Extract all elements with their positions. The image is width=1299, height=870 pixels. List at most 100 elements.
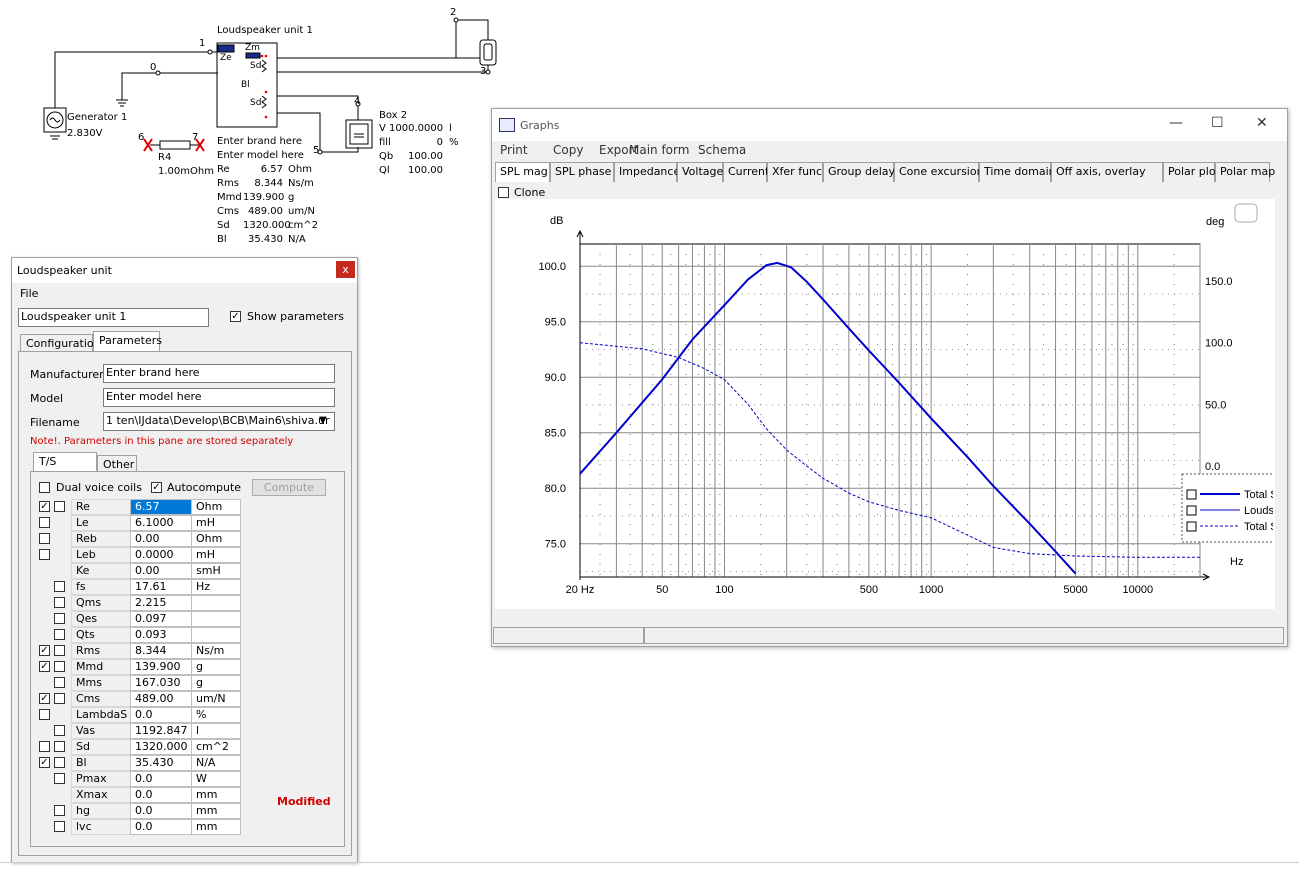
ts-row-mms[interactable]: Mms 167.030 g [31, 675, 331, 691]
ts-row-sd[interactable]: Sd 1320.000 cm^2 [31, 739, 331, 755]
ts-row-qes[interactable]: Qes 0.097 [31, 611, 331, 627]
tab-cone-excursion[interactable]: Cone excursion [894, 162, 984, 182]
minimize-icon[interactable]: — [1169, 115, 1183, 131]
param-value-input[interactable]: 0.0 [130, 803, 192, 819]
param-value-input[interactable]: 167.030 [130, 675, 192, 691]
tab-polar-map[interactable]: Polar map [1215, 162, 1275, 182]
generator-name[interactable]: Generator 1 [67, 112, 127, 123]
include-checkbox[interactable] [54, 501, 65, 512]
ts-row-vas[interactable]: Vas 1192.847 l [31, 723, 331, 739]
close-button[interactable]: x [336, 261, 355, 278]
lock-checkbox[interactable]: ✓ [39, 661, 50, 672]
tab-spl-mag[interactable]: SPL mag [495, 162, 550, 182]
ts-row-lambdas[interactable]: LambdaS 0.0% [31, 707, 331, 723]
loudspeaker-unit-window[interactable]: Loudspeaker unit x File Loudspeaker unit… [11, 257, 358, 863]
param-value-input[interactable]: 1192.847 [130, 723, 192, 739]
chevron-down-icon[interactable]: ▼ [319, 415, 327, 426]
title-bar[interactable]: Graphs — ☐ ✕ [492, 109, 1287, 141]
dual-voice-coils-checkbox[interactable] [39, 482, 50, 493]
spl-chart-svg[interactable]: dB deg Hz 100.0 95.0 90.0 85.0 80.0 75.0 150.0 100… [495, 199, 1278, 609]
ts-row-qts[interactable]: Qts 0.093 [31, 627, 331, 643]
unit-name-input[interactable]: Loudspeaker unit 1 [18, 308, 209, 327]
include-checkbox[interactable] [54, 725, 65, 736]
param-value-input[interactable]: 1320.000 [130, 739, 192, 755]
param-value-input[interactable]: 2.215 [130, 595, 192, 611]
param-value-input[interactable]: 139.900 [130, 659, 192, 675]
tab-time-domain[interactable]: Time domain [979, 162, 1056, 182]
tab-off-axis-overlay[interactable]: Off axis, overlay [1051, 162, 1163, 182]
include-checkbox[interactable] [54, 693, 65, 704]
tab-voltage[interactable]: Voltage [677, 162, 723, 182]
lock-checkbox[interactable] [39, 549, 50, 560]
param-value-input[interactable]: 6.1000 [130, 515, 192, 531]
tab-ts-param[interactable]: T/S param [33, 452, 97, 481]
param-value-input[interactable]: 489.00 [130, 691, 192, 707]
autocompute-checkbox[interactable]: ✓ [151, 482, 162, 493]
ts-row-fs[interactable]: fs 17.61 Hz [31, 579, 331, 595]
include-checkbox[interactable] [54, 805, 65, 816]
clone-checkbox[interactable] [498, 187, 509, 198]
manufacturer-input[interactable]: Enter brand here [103, 364, 335, 383]
ts-row-bl[interactable]: ✓ Bl 35.430 N/A [31, 755, 331, 771]
tab-current[interactable]: Current [723, 162, 769, 182]
ts-row-qms[interactable]: Qms 2.215 [31, 595, 331, 611]
include-checkbox[interactable] [54, 581, 65, 592]
tab-group-delay[interactable]: Group delay [823, 162, 895, 182]
ts-row-rms[interactable]: ✓ Rms 8.344 Ns/m [31, 643, 331, 659]
close-icon[interactable]: ✕ [1256, 115, 1268, 131]
ts-row-mmd[interactable]: ✓ Mmd 139.900 g [31, 659, 331, 675]
param-value-input[interactable]: 0.00 [130, 563, 192, 579]
ts-row-lvc[interactable]: lvc 0.0 mm [31, 819, 331, 835]
menu-copy[interactable]: Copy [553, 143, 583, 157]
lock-checkbox[interactable]: ✓ [39, 501, 50, 512]
lock-checkbox[interactable] [39, 709, 50, 720]
compute-button[interactable]: Compute [252, 479, 326, 496]
include-checkbox[interactable] [54, 741, 65, 752]
ts-row-ke[interactable]: Ke 0.00 smH [31, 563, 331, 579]
include-checkbox[interactable] [54, 661, 65, 672]
lock-checkbox[interactable]: ✓ [39, 757, 50, 768]
include-checkbox[interactable] [54, 597, 65, 608]
param-value-input[interactable]: 0.093 [130, 627, 192, 643]
ts-row-re[interactable]: ✓ Re 6.57 Ohm [31, 499, 331, 515]
tab-polar-plot[interactable]: Polar plot [1163, 162, 1220, 182]
lock-checkbox[interactable]: ✓ [39, 693, 50, 704]
include-checkbox[interactable] [54, 677, 65, 688]
ts-row-cms[interactable]: ✓ Cms 489.00 um/N [31, 691, 331, 707]
tab-spl-phase[interactable]: SPL phase [550, 162, 614, 182]
speaker-unit-title[interactable]: Loudspeaker unit 1 [217, 25, 313, 36]
param-value-input[interactable]: 17.61 [130, 579, 192, 595]
menu-main-form[interactable]: Main form [629, 143, 689, 157]
param-value-input[interactable]: 6.57 [130, 499, 192, 515]
box-name[interactable]: Box 2 [379, 110, 407, 121]
param-value-input[interactable]: 0.0 [130, 771, 192, 787]
tab-xfer-func[interactable]: Xfer func [767, 162, 823, 182]
menu-print[interactable]: Print [500, 143, 528, 157]
param-value-input[interactable]: 0.00 [130, 531, 192, 547]
include-checkbox[interactable] [54, 773, 65, 784]
lock-checkbox[interactable]: ✓ [39, 645, 50, 656]
param-value-input[interactable]: 0.0 [130, 707, 192, 723]
ts-row-le[interactable]: Le 6.1000 mH [31, 515, 331, 531]
lock-checkbox[interactable] [39, 517, 50, 528]
menu-schema[interactable]: Schema [698, 143, 746, 157]
title-bar[interactable]: Loudspeaker unit x [12, 258, 357, 283]
ts-row-pmax[interactable]: Pmax 0.0 W [31, 771, 331, 787]
graphs-window[interactable]: Graphs — ☐ ✕ Print Copy Export Main form Sch… [491, 108, 1288, 647]
include-checkbox[interactable] [54, 645, 65, 656]
param-value-input[interactable]: 0.097 [130, 611, 192, 627]
filename-select[interactable]: 1 ten\IJdata\Develop\BCB\Main6\shiva.ur [103, 412, 335, 431]
tab-other[interactable]: Other [97, 455, 137, 472]
include-checkbox[interactable] [54, 613, 65, 624]
ts-row-reb[interactable]: Reb 0.00 Ohm [31, 531, 331, 547]
tab-parameters[interactable]: Parameters [93, 331, 162, 352]
spl-plot[interactable]: dB deg Hz 100.0 95.0 90.0 85.0 80.0 75.0 150.0 100… [495, 199, 1278, 609]
ts-row-leb[interactable]: Leb 0.0000 mH [31, 547, 331, 563]
model-input[interactable]: Enter model here [103, 388, 335, 407]
lock-checkbox[interactable] [39, 741, 50, 752]
maximize-icon[interactable]: ☐ [1211, 115, 1224, 131]
include-checkbox[interactable] [54, 757, 65, 768]
include-checkbox[interactable] [54, 821, 65, 832]
include-checkbox[interactable] [54, 629, 65, 640]
param-value-input[interactable]: 8.344 [130, 643, 192, 659]
